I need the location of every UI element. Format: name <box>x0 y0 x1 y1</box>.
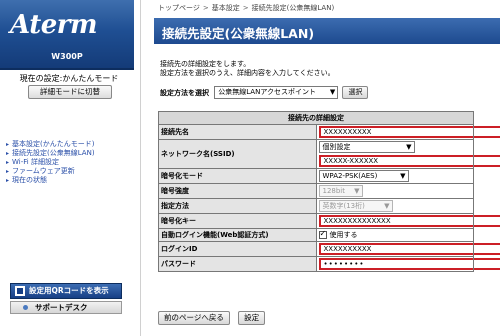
ssid-label: ネットワーク名(SSID) <box>158 139 317 169</box>
sidebar-item-firmware-update[interactable]: ▸ ファームウェア更新 <box>6 167 95 176</box>
qr-button-label: 設定用QRコードを表示 <box>29 286 109 295</box>
sidebar-divider <box>140 0 141 336</box>
chevron-down-icon: ▼ <box>384 202 390 210</box>
arrow-right-icon: ▸ <box>6 177 10 184</box>
arrow-right-icon: ▸ <box>6 141 10 148</box>
support-label: サポートデスク <box>35 303 88 312</box>
aterm-logo: Aterm <box>10 10 97 40</box>
table-row: 暗号強度 128bit ▼ <box>158 183 474 199</box>
table-row: 暗号化キー XXXXXXXXXXXXXX <box>158 213 500 229</box>
arrow-right-icon: ▸ <box>6 150 10 157</box>
table-header: 接続先の詳細設定 <box>158 111 474 125</box>
auto-login-label: 自動ログイン機能(Web認証方式) <box>158 228 317 242</box>
page-description: 接続先の詳細設定をします。 設定方法を選択のうえ、詳細内容を入力してください。 <box>160 60 335 78</box>
support-desk-button[interactable]: サポートデスク <box>10 301 122 314</box>
sidebar-item-label: Wi-Fi 詳細設定 <box>12 158 59 166</box>
method-row: 設定方法を選択 公衆無線LANアクセスポイント ▼ 選択 <box>160 86 369 100</box>
support-icon <box>23 305 28 310</box>
ssid-mode-value: 個別設定 <box>322 143 351 151</box>
description-line: 接続先の詳細設定をします。 <box>160 60 251 68</box>
back-button[interactable]: 前のページへ戻る <box>158 311 230 325</box>
encryption-mode-value: WPA2-PSK(AES) <box>322 172 378 180</box>
chevron-down-icon: ▼ <box>400 172 406 180</box>
connection-name-input[interactable]: XXXXXXXXXX <box>318 126 500 138</box>
chevron-down-icon: ▼ <box>354 187 360 195</box>
table-row: 接続先名 XXXXXXXXXX <box>158 124 500 140</box>
encryption-mode-select[interactable]: WPA2-PSK(AES) ▼ <box>318 170 409 182</box>
sidebar-item-connection-settings[interactable]: ▸ 接続先設定(公衆無線LAN) <box>6 149 95 158</box>
page-title-bar: 接続先設定(公衆無線LAN) <box>154 18 500 44</box>
connection-name-label: 接続先名 <box>158 124 317 140</box>
method-select-value: 公衆無線LANアクセスポイント <box>218 88 316 96</box>
encryption-key-label: 暗号化キー <box>158 213 317 229</box>
connection-settings-table: 接続先の詳細設定 接続先名 XXXXXXXXXX ネットワーク名(SSID) 個… <box>158 111 500 272</box>
show-qr-code-button[interactable]: 設定用QRコードを表示 <box>10 283 122 299</box>
ssid-input[interactable]: XXXXX-XXXXXX <box>318 155 500 167</box>
sidebar: Aterm W300P 現在の設定:かんたんモード 詳細モードに切替 ▸ 基本設定… <box>0 0 140 336</box>
description-line: 設定方法を選択のうえ、詳細内容を入力してください。 <box>160 69 335 77</box>
sidebar-item-label: ファームウェア更新 <box>12 167 75 175</box>
sidebar-item-label: 基本設定(かんたんモード) <box>12 140 95 148</box>
arrow-right-icon: ▸ <box>6 168 10 175</box>
breadcrumb: トップページ > 基本設定 > 接続先設定(公衆無線LAN) <box>158 3 334 13</box>
select-button[interactable]: 選択 <box>342 86 369 99</box>
encryption-strength-value: 128bit <box>322 187 346 195</box>
current-mode-text: 現在の設定:かんたんモード <box>19 74 119 83</box>
breadcrumb-basic[interactable]: 基本設定 <box>212 4 240 12</box>
sidebar-nav: ▸ 基本設定(かんたんモード) ▸ 接続先設定(公衆無線LAN) ▸ Wi-Fi 詳細… <box>6 140 95 185</box>
password-input[interactable]: •••••••• <box>318 258 500 270</box>
chevron-down-icon: ▼ <box>329 88 336 96</box>
encryption-strength-select[interactable]: 128bit ▼ <box>318 185 363 197</box>
sidebar-item-basic-settings[interactable]: ▸ 基本設定(かんたんモード) <box>6 140 95 149</box>
page-title: 接続先設定(公衆無線LAN) <box>162 26 315 41</box>
chevron-down-icon: ▼ <box>406 143 412 151</box>
sidebar-item-label: 現在の状態 <box>12 176 48 184</box>
ssid-mode-select[interactable]: 個別設定 ▼ <box>318 141 415 153</box>
breadcrumb-top[interactable]: トップページ <box>158 4 200 12</box>
arrow-right-icon: ▸ <box>6 159 10 166</box>
key-method-value: 英数字(13桁) <box>322 202 365 210</box>
method-label: 設定方法を選択 <box>160 88 209 97</box>
encryption-key-input[interactable]: XXXXXXXXXXXXXX <box>318 215 500 227</box>
auto-login-option: 使用する <box>329 231 358 239</box>
table-row: ログインID XXXXXXXXXX <box>158 241 500 257</box>
breadcrumb-separator-icon: > <box>202 4 209 12</box>
brand-header: Aterm W300P <box>0 0 134 70</box>
table-row: ネットワーク名(SSID) 個別設定 ▼ XXXXX-XXXXXX <box>158 139 500 169</box>
switch-detail-mode-button[interactable]: 詳細モードに切替 <box>28 85 112 99</box>
table-row: 暗号化モード WPA2-PSK(AES) ▼ <box>158 168 474 184</box>
sidebar-item-label: 接続先設定(公衆無線LAN) <box>12 149 95 157</box>
table-row: 指定方法 英数字(13桁) ▼ <box>158 198 474 214</box>
sidebar-item-wifi-settings[interactable]: ▸ Wi-Fi 詳細設定 <box>6 158 95 167</box>
login-id-input[interactable]: XXXXXXXXXX <box>318 243 500 255</box>
sidebar-item-status[interactable]: ▸ 現在の状態 <box>6 176 95 185</box>
table-row: パスワード •••••••• <box>158 256 500 272</box>
encryption-strength-label: 暗号強度 <box>158 183 317 199</box>
qr-code-icon <box>15 286 25 296</box>
auto-login-checkbox[interactable] <box>318 229 327 239</box>
password-label: パスワード <box>158 256 317 272</box>
breadcrumb-separator-icon: > <box>242 4 249 12</box>
key-method-select[interactable]: 英数字(13桁) ▼ <box>318 200 393 212</box>
breadcrumb-current: 接続先設定(公衆無線LAN) <box>251 4 335 12</box>
model-name: W300P <box>51 52 83 61</box>
login-id-label: ログインID <box>158 241 317 257</box>
key-method-label: 指定方法 <box>158 198 317 214</box>
table-row: 自動ログイン機能(Web認証方式) 使用する <box>158 228 474 242</box>
method-select[interactable]: 公衆無線LANアクセスポイント ▼ <box>214 86 339 99</box>
form-actions: 前のページへ戻る 設定 <box>158 311 266 325</box>
encryption-mode-label: 暗号化モード <box>158 168 317 184</box>
apply-button[interactable]: 設定 <box>238 311 266 325</box>
